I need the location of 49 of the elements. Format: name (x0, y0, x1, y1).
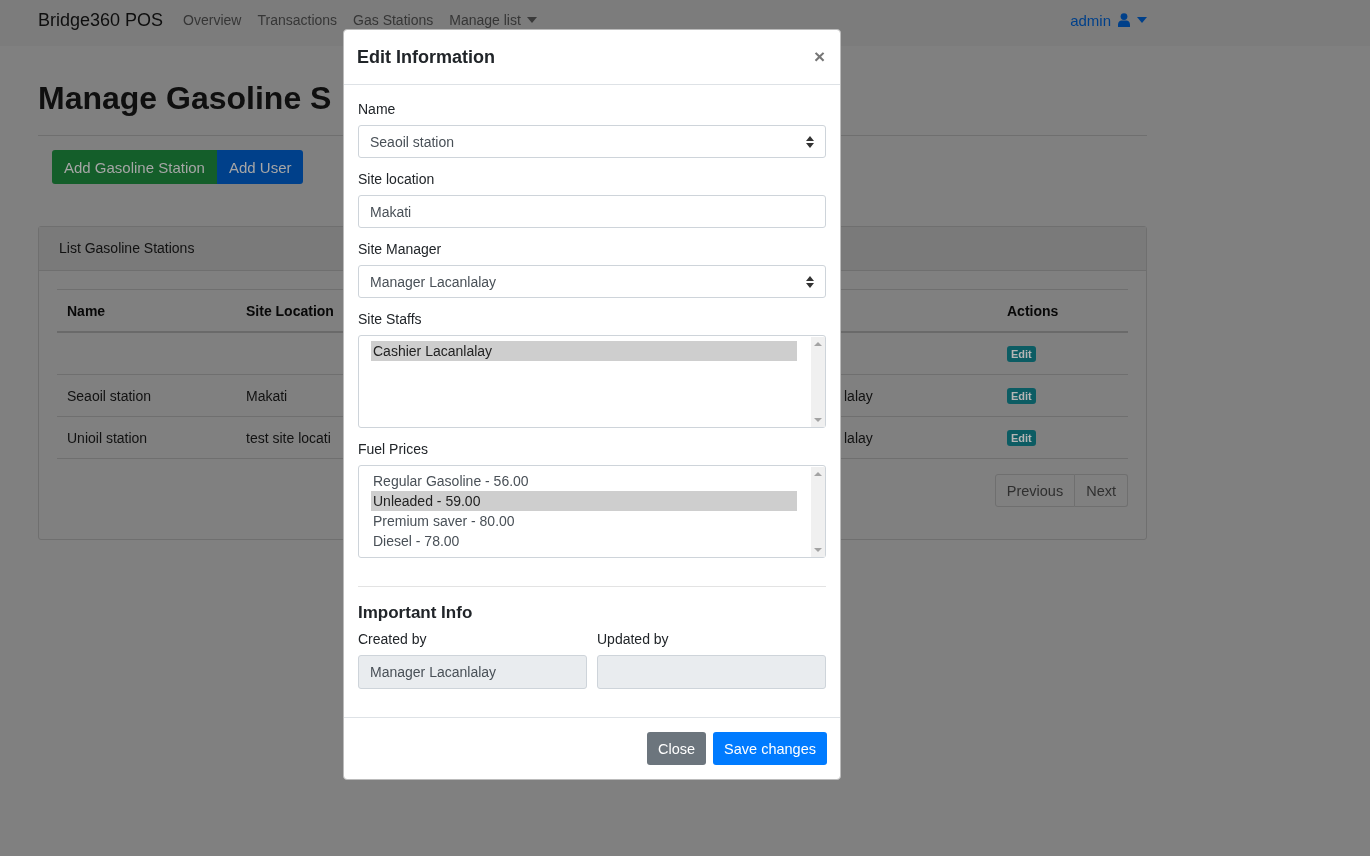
edit-button[interactable]: Edit (1007, 388, 1036, 404)
column-header: Actions (1007, 302, 1059, 319)
edit-button[interactable]: Edit (1007, 346, 1036, 362)
list-option[interactable]: Unleaded - 59.00 (371, 491, 797, 511)
close-button[interactable]: × (811, 46, 827, 68)
section-title: Important Info (358, 603, 474, 623)
select-field[interactable]: Seaoil station (358, 125, 826, 158)
table-cell: lalay (844, 429, 873, 446)
table-cell: Unioil station (67, 429, 148, 446)
table-cell: Makati (246, 387, 288, 404)
text-field[interactable]: Makati (358, 195, 826, 228)
action-button[interactable]: Add Gasoline Station (52, 150, 217, 184)
column-header: Site Location (246, 302, 334, 319)
dialog-title: Edit Information (357, 46, 495, 68)
table-cell: lalay (844, 387, 873, 404)
table-cell: Seaoil station (67, 387, 152, 404)
nav-link[interactable]: Gas Stations (353, 12, 434, 28)
close-button[interactable]: Close (647, 732, 707, 765)
list-option[interactable]: Diesel - 78.00 (371, 531, 797, 551)
column-header: Name (67, 302, 106, 319)
field-label: Site Staffs (358, 311, 423, 327)
page-title: Manage Gasoline S (38, 79, 332, 118)
user-icon (1118, 13, 1130, 27)
page-link[interactable]: Next (1075, 474, 1128, 507)
caret-icon (1137, 17, 1147, 23)
field-label: Created by (358, 631, 428, 647)
user-menu[interactable]: admin (1070, 11, 1147, 29)
list-option[interactable]: Regular Gasoline - 56.00 (371, 471, 797, 491)
brand-link[interactable]: Bridge360 POS (38, 9, 164, 31)
nav-link[interactable]: Overview (183, 12, 242, 28)
save-button[interactable]: Save changes (713, 732, 827, 765)
nav-link[interactable]: Transactions (257, 12, 338, 28)
sort-icon (806, 275, 814, 288)
select-field[interactable]: Manager Lacanlalay (358, 265, 826, 298)
field-label: Fuel Prices (358, 441, 430, 457)
action-button[interactable]: Add User (216, 150, 304, 184)
list-option[interactable]: Cashier Lacanlalay (371, 341, 797, 361)
table-cell: test site locati (246, 429, 331, 446)
sort-icon (806, 135, 814, 148)
field-label: Site Manager (358, 241, 443, 257)
caret-icon (526, 17, 537, 23)
field-label: Updated by (597, 631, 670, 647)
field-label: Name (358, 101, 397, 117)
nav-link[interactable]: Manage list (449, 12, 537, 28)
edit-button[interactable]: Edit (1007, 430, 1036, 446)
field-label: Site location (358, 171, 436, 187)
list-option[interactable]: Premium saver - 80.00 (371, 511, 797, 531)
page-link[interactable]: Previous (994, 474, 1076, 507)
text-field: Manager Lacanlalay (358, 655, 587, 689)
